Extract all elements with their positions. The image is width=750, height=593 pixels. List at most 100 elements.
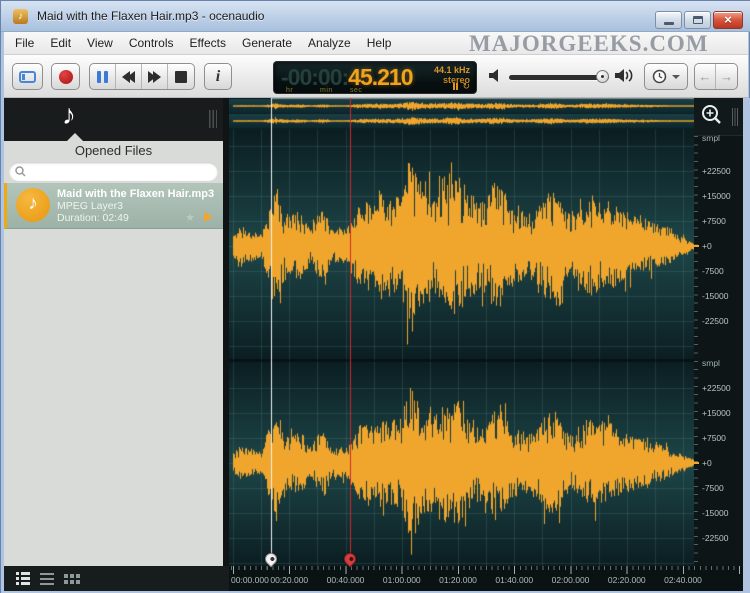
app-icon: ♪ — [13, 9, 28, 24]
scale-ticks — [694, 136, 698, 566]
scale-label: -15000 — [702, 291, 728, 301]
record-icon — [59, 70, 73, 84]
grip-icon[interactable] — [732, 108, 738, 126]
playback-state: ↻ — [453, 82, 470, 90]
fast-forward-icon — [148, 71, 161, 83]
scale-label: +7500 — [702, 216, 726, 226]
ruler-label: 01:00.000 — [383, 575, 421, 585]
toolbar: i -00:00:45.210 hr min sec 44.1 kHz ster… — [4, 55, 748, 98]
opened-file-item[interactable]: ♪ Maid with the Flaxen Hair.mp3 MPEG Lay… — [4, 183, 223, 229]
fast-forward-button[interactable] — [142, 64, 168, 89]
minimize-icon — [664, 22, 674, 25]
search-input[interactable] — [30, 166, 210, 178]
maximize-button[interactable] — [684, 11, 711, 29]
history-group: ← → — [694, 63, 738, 90]
menu-controls[interactable]: Controls — [121, 32, 182, 54]
file-name: Maid with the Flaxen Hair.mp3 — [57, 188, 214, 200]
close-button[interactable]: × — [713, 11, 743, 29]
menu-bar: FileEditViewControlsEffectsGenerateAnaly… — [4, 32, 748, 55]
pause-button[interactable] — [90, 64, 116, 89]
ruler-label: 01:20.000 — [439, 575, 477, 585]
amplitude-scale: smpl +22500 +15000 +7500 +0 -7500 -15000 -22500… — [694, 98, 743, 566]
time-ruler[interactable]: 00:00.00000:20.00000:40.00001:00.00001:2… — [229, 566, 743, 591]
toggle-side-panel-button[interactable] — [12, 63, 43, 90]
search-icon — [15, 166, 26, 177]
star-icon[interactable]: ★ — [185, 211, 195, 224]
grip-icon[interactable] — [209, 110, 217, 128]
scale-label: -7500 — [702, 483, 724, 493]
zoom-in-icon — [700, 103, 724, 127]
record-button[interactable] — [51, 63, 80, 90]
info-icon: i — [216, 68, 220, 86]
zero-tick — [694, 245, 699, 247]
sec-label: sec — [350, 87, 362, 94]
scale-label: -22500 — [702, 316, 728, 326]
view-mode-bar — [4, 566, 229, 591]
title-bar[interactable]: ♪ Maid with the Flaxen Hair.mp3 - ocenau… — [1, 1, 750, 32]
ruler-label: 02:20.000 — [608, 575, 646, 585]
menu-effects[interactable]: Effects — [182, 32, 234, 54]
side-panel: ♪ Opened Files ♪ Maid with the Flaxen Ha… — [4, 98, 223, 566]
zoom-tool[interactable] — [694, 98, 743, 136]
ruler-label: 00:00.000 — [231, 575, 269, 585]
file-duration: Duration: 02:49 — [57, 212, 129, 224]
stop-icon — [175, 71, 187, 83]
back-button[interactable]: ← — [695, 64, 716, 89]
waveform-canvas[interactable] — [229, 98, 694, 566]
rewind-icon — [122, 71, 135, 83]
forward-button[interactable]: → — [716, 64, 737, 89]
list-icon[interactable] — [40, 573, 54, 585]
side-panel-header: ♪ — [4, 98, 223, 141]
ruler-label: 00:20.000 — [270, 575, 308, 585]
speaker-low-icon — [488, 68, 503, 88]
volume-slider[interactable] — [509, 75, 609, 80]
scale-label: -15000 — [702, 508, 728, 518]
stop-button[interactable] — [168, 64, 194, 89]
play-icon[interactable] — [204, 212, 213, 222]
scale-label: -22500 — [702, 533, 728, 543]
transport-group — [89, 63, 195, 90]
scale-label: +7500 — [702, 433, 726, 443]
info-button[interactable]: i — [204, 63, 232, 90]
scale-label: +0 — [702, 241, 712, 251]
scale-label: +22500 — [702, 166, 731, 176]
scale-label: -7500 — [702, 266, 724, 276]
volume-knob[interactable] — [596, 70, 609, 83]
menu-help[interactable]: Help — [359, 32, 400, 54]
detailed-list-icon[interactable] — [16, 572, 30, 585]
chevron-down-icon — [672, 75, 680, 79]
file-format: MPEG Layer3 — [57, 200, 123, 212]
menu-generate[interactable]: Generate — [234, 32, 300, 54]
forward-arrow-icon: → — [720, 69, 733, 84]
menu-view[interactable]: View — [79, 32, 121, 54]
window-controls: × — [653, 11, 743, 29]
back-arrow-icon: ← — [699, 69, 712, 84]
menu-analyze[interactable]: Analyze — [300, 32, 359, 54]
scale-unit: smpl — [702, 358, 720, 368]
playback-timer-button[interactable] — [644, 63, 688, 90]
time-display: -00:00:45.210 hr min sec 44.1 kHz stereo… — [273, 61, 477, 94]
hr-label: hr — [286, 87, 293, 94]
time-digits: -00:00:45.210 — [281, 64, 413, 91]
scale-label: +0 — [702, 458, 712, 468]
menu-edit[interactable]: Edit — [42, 32, 79, 54]
scale-label: +15000 — [702, 191, 731, 201]
scale-unit: smpl — [702, 133, 720, 143]
search-box[interactable] — [9, 162, 218, 181]
minimize-button[interactable] — [655, 11, 682, 29]
sample-rate: 44.1 kHz — [434, 65, 470, 75]
ruler-label: 02:00.000 — [552, 575, 590, 585]
ruler-label: 01:40.000 — [495, 575, 533, 585]
clock-icon — [652, 69, 667, 84]
speaker-high-icon — [614, 68, 634, 88]
grid-icon[interactable] — [64, 574, 80, 584]
pause-icon — [97, 71, 108, 83]
rewind-button[interactable] — [116, 64, 142, 89]
music-note-icon[interactable]: ♪ — [62, 99, 76, 131]
scale-label: +22500 — [702, 383, 731, 393]
maximize-icon — [693, 16, 703, 24]
window-edge — [743, 98, 750, 591]
music-note-icon: ♪ — [28, 193, 38, 215]
tab-pointer — [67, 133, 83, 141]
menu-file[interactable]: File — [7, 32, 42, 54]
